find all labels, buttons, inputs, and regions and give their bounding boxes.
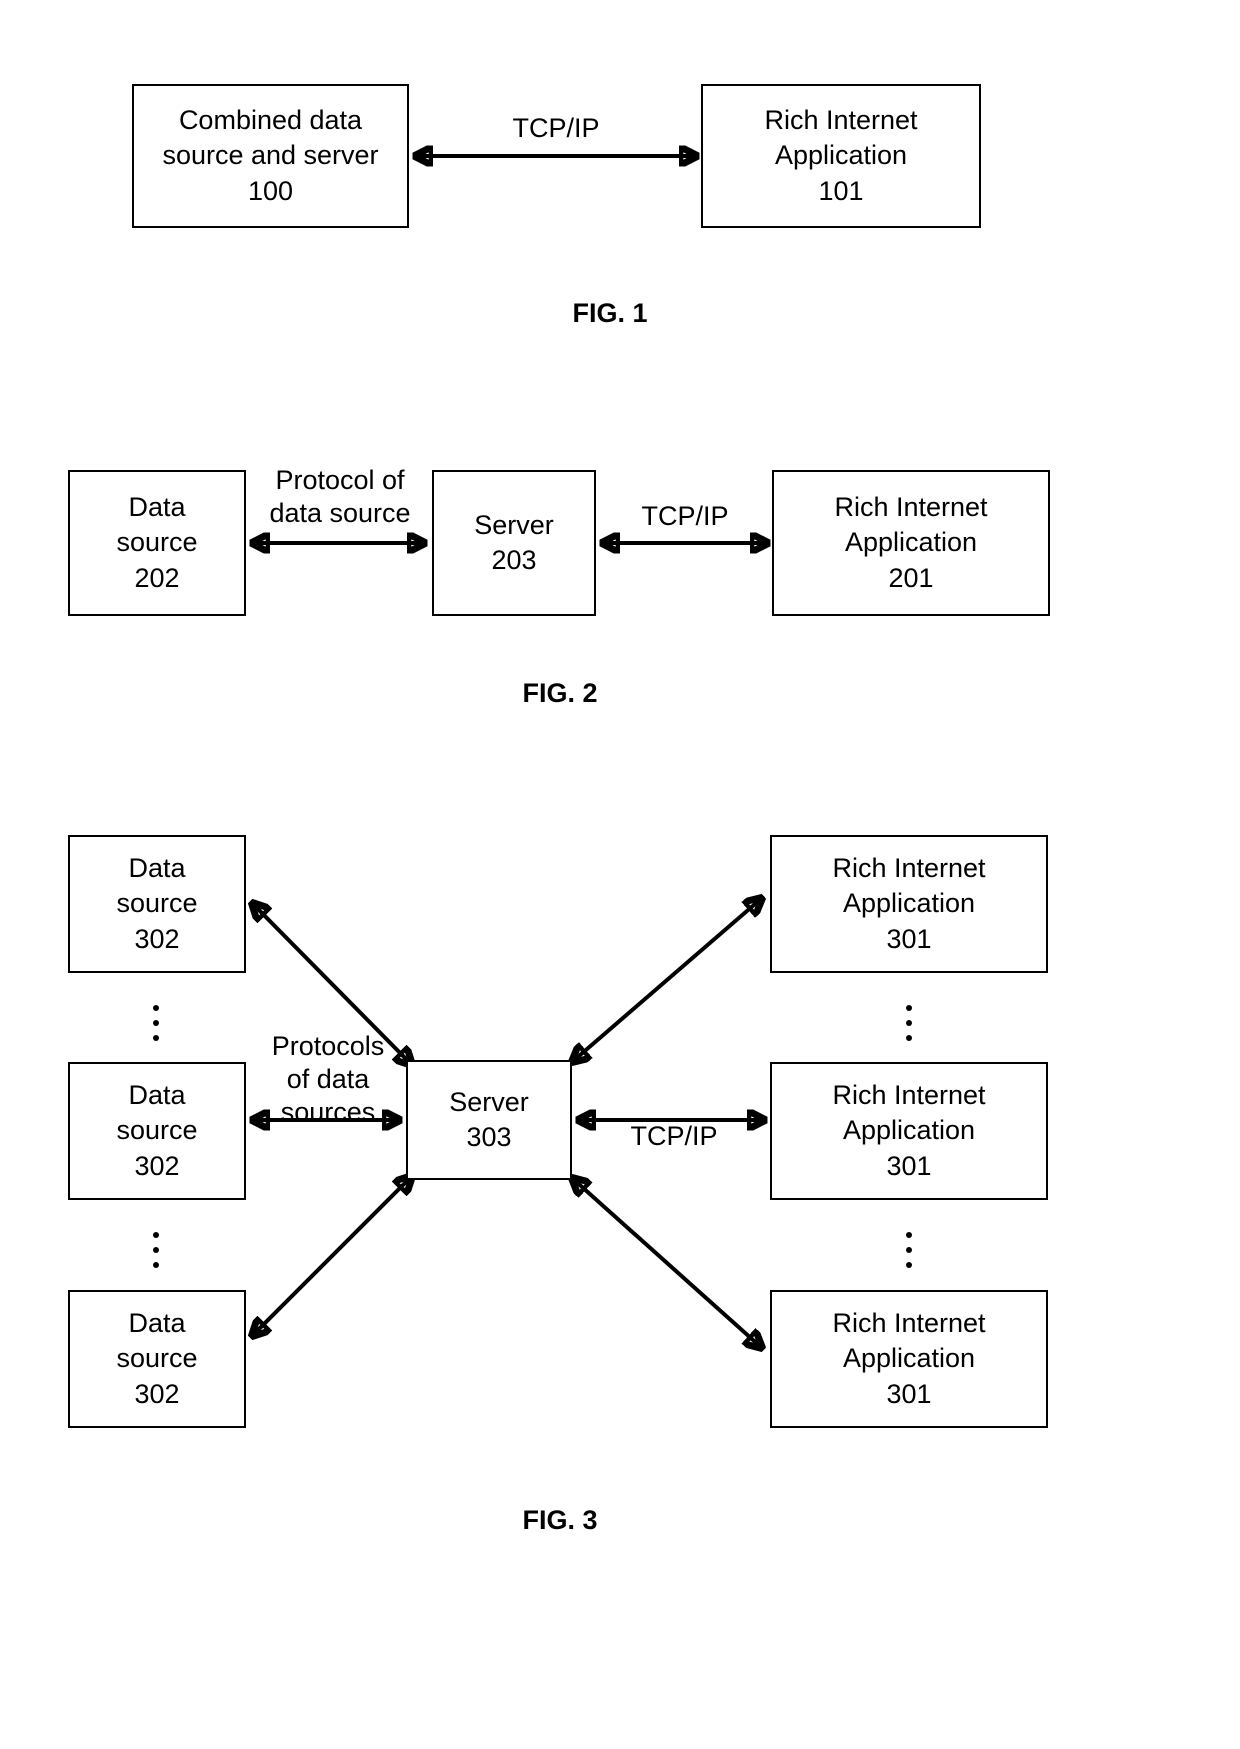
- ellipsis-dot: [906, 1247, 912, 1253]
- fig3-ellipsis-right-lower: [905, 1232, 913, 1268]
- fig3-ria-bot-line2: Application: [842, 1343, 976, 1374]
- fig3-datasource-bot-line2: source: [116, 1343, 198, 1374]
- ellipsis-dot: [153, 1035, 159, 1041]
- fig2-protocol-line1: Protocol of: [275, 465, 405, 495]
- fig3-datasource-top-line3: 302: [134, 923, 180, 954]
- fig2-node-server: Server 203: [432, 470, 596, 616]
- fig1-ria-line1: Rich Internet: [764, 105, 918, 136]
- fig1-combined-line3: 100: [247, 175, 294, 206]
- fig3-ria-mid-line2: Application: [842, 1115, 976, 1146]
- ellipsis-dot: [906, 1020, 912, 1026]
- fig2-datasource-line3: 202: [134, 562, 180, 593]
- fig3-ria-top-line1: Rich Internet: [832, 853, 986, 884]
- fig2-caption: FIG. 2: [522, 678, 598, 708]
- fig1-caption: FIG. 1: [572, 298, 648, 328]
- fig3-node-data-source-bottom: Data source 302: [68, 1290, 246, 1428]
- fig3-protocols-line3: sources: [280, 1096, 376, 1127]
- fig3-ria-mid-line3: 301: [886, 1150, 932, 1181]
- fig1-combined-line1: Combined data: [178, 105, 363, 136]
- fig3-datasource-mid-line1: Data: [128, 1080, 186, 1111]
- ellipsis-dot: [906, 1232, 912, 1238]
- ellipsis-dot: [906, 1035, 912, 1041]
- fig3-node-data-source-middle: Data source 302: [68, 1062, 246, 1200]
- fig1-combined-line2: source and server: [162, 140, 379, 171]
- fig2-protocol-line2: data source: [269, 497, 411, 528]
- fig2-server-line1: Server: [474, 509, 554, 540]
- fig2-server-line2: 203: [491, 545, 537, 575]
- fig3-datasource-top-line1: Data: [128, 853, 186, 884]
- ellipsis-dot: [153, 1005, 159, 1011]
- fig1-ria-line2: Application: [774, 140, 908, 171]
- fig3-datasource-mid-line2: source: [116, 1115, 198, 1146]
- ellipsis-dot: [153, 1020, 159, 1026]
- ellipsis-dot: [906, 1005, 912, 1011]
- fig1-edge-label-tcpip: TCP/IP: [456, 112, 656, 145]
- fig3-datasource-mid-line3: 302: [134, 1150, 180, 1181]
- fig3-ellipsis-right-upper: [905, 1005, 913, 1041]
- fig3-node-data-source-top: Data source 302: [68, 835, 246, 973]
- ellipsis-dot: [153, 1232, 159, 1238]
- ellipsis-dot: [906, 1262, 912, 1268]
- fig2-ria-line2: Application: [844, 527, 978, 558]
- fig3-ria-top-line3: 301: [886, 923, 932, 954]
- fig3-ria-mid-line1: Rich Internet: [832, 1080, 986, 1111]
- fig2-datasource-line2: source: [116, 527, 198, 558]
- fig1-tcpip-text: TCP/IP: [512, 113, 600, 143]
- fig3-node-rich-internet-application-top: Rich Internet Application 301: [770, 835, 1048, 973]
- fig3-node-server: Server 303: [406, 1060, 572, 1180]
- fig1-node-combined-data-source-and-server: Combined data source and server 100: [132, 84, 409, 228]
- ellipsis-dot: [153, 1247, 159, 1253]
- fig2-datasource-line1: Data: [128, 492, 186, 523]
- fig2-edge-label-protocol-of-data-source: Protocol of data source: [240, 464, 440, 530]
- fig3-node-rich-internet-application-bottom: Rich Internet Application 301: [770, 1290, 1048, 1428]
- fig3-node-rich-internet-application-middle: Rich Internet Application 301: [770, 1062, 1048, 1200]
- figure-sheet: Combined data source and server 100 TCP/…: [0, 0, 1240, 1749]
- fig2-ria-line3: 201: [888, 562, 934, 593]
- fig3-datasource-bot-line1: Data: [128, 1308, 186, 1339]
- fig3-arrow-datasource-bottom: [252, 1176, 412, 1336]
- fig3-server-line2: 303: [466, 1122, 512, 1152]
- fig3-edge-label-tcpip: TCP/IP: [600, 1120, 748, 1153]
- fig3-ria-top-line2: Application: [842, 888, 976, 919]
- fig3-protocols-line1: Protocols: [271, 1031, 385, 1061]
- fig3-datasource-bot-line3: 302: [134, 1378, 180, 1409]
- fig3-ellipsis-left-lower: [152, 1232, 160, 1268]
- ellipsis-dot: [153, 1262, 159, 1268]
- fig1-node-rich-internet-application: Rich Internet Application 101: [701, 84, 981, 228]
- fig3-ria-bot-line3: 301: [886, 1378, 932, 1409]
- fig3-tcpip-text: TCP/IP: [630, 1121, 718, 1151]
- fig3-ria-bot-line1: Rich Internet: [832, 1308, 986, 1339]
- fig3-ellipsis-left-upper: [152, 1005, 160, 1041]
- fig2-edge-label-tcpip: TCP/IP: [605, 500, 765, 533]
- fig2-node-rich-internet-application: Rich Internet Application 201: [772, 470, 1050, 616]
- fig3-datasource-top-line2: source: [116, 888, 198, 919]
- fig1-ria-line3: 101: [818, 175, 864, 206]
- fig2-node-data-source: Data source 202: [68, 470, 246, 616]
- fig3-arrow-ria-top: [572, 898, 762, 1062]
- fig3-caption: FIG. 3: [522, 1505, 598, 1535]
- fig2-ria-line1: Rich Internet: [834, 492, 988, 523]
- fig3-protocols-line2: of data: [286, 1063, 370, 1094]
- fig3-arrow-ria-bottom: [572, 1178, 762, 1348]
- fig3-edge-label-protocols-of-data-sources: Protocols of data sources: [252, 1030, 404, 1129]
- fig3-server-line1: Server: [449, 1086, 529, 1117]
- fig2-tcpip-text: TCP/IP: [641, 501, 729, 531]
